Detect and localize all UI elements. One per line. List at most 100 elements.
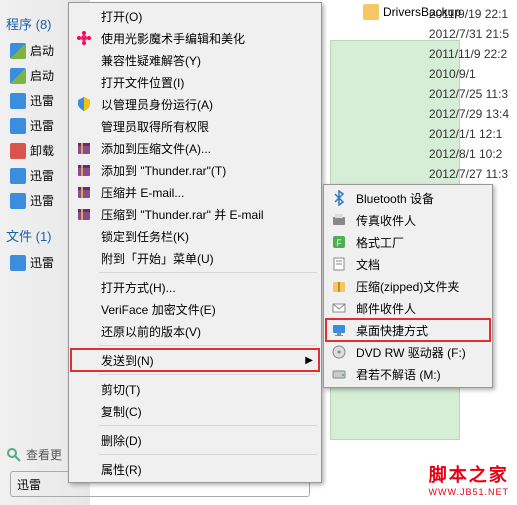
menu-item[interactable]: 添加到 "Thunder.rar"(T) bbox=[71, 159, 319, 181]
submenu-item[interactable]: 文档 bbox=[326, 253, 490, 275]
menu-item-label: 压缩并 E-mail... bbox=[101, 184, 184, 201]
menu-item-label: 附到「开始」菜单(U) bbox=[101, 250, 214, 267]
rar-icon bbox=[75, 139, 93, 157]
zip-icon bbox=[330, 277, 348, 295]
see-more-results[interactable]: 查看更 bbox=[6, 446, 62, 463]
submenu-item[interactable]: Bluetooth 设备 bbox=[326, 187, 490, 209]
menu-item[interactable]: VeriFace 加密文件(E) bbox=[71, 298, 319, 320]
menu-item[interactable]: 兼容性疑难解答(Y) bbox=[71, 49, 319, 71]
menu-item[interactable]: 压缩并 E-mail... bbox=[71, 181, 319, 203]
submenu-item[interactable]: 邮件收件人 bbox=[326, 297, 490, 319]
search-icon bbox=[6, 447, 22, 463]
blank-icon bbox=[75, 73, 93, 91]
menu-item[interactable]: 管理员取得所有权限 bbox=[71, 115, 319, 137]
submenu-arrow-icon: ▶ bbox=[305, 355, 313, 366]
blank-icon bbox=[75, 249, 93, 267]
blank-icon bbox=[75, 460, 93, 478]
menu-item-label: 打开(O) bbox=[101, 8, 142, 25]
submenu-item-label: 桌面快捷方式 bbox=[356, 322, 428, 339]
menu-item[interactable]: 打开(O) bbox=[71, 5, 319, 27]
drive-icon bbox=[330, 365, 348, 383]
rar-icon bbox=[75, 205, 93, 223]
folder-row[interactable]: DriversBackup bbox=[363, 2, 511, 22]
menu-item-label: 复制(C) bbox=[101, 403, 142, 420]
app-icon bbox=[10, 255, 26, 271]
blank-icon bbox=[75, 7, 93, 25]
submenu-item[interactable]: 传真收件人 bbox=[326, 209, 490, 231]
flower-icon bbox=[75, 29, 93, 47]
menu-item-label: 剪切(T) bbox=[101, 381, 140, 398]
file-list: DriversBackup bbox=[357, 0, 517, 190]
windows-icon bbox=[10, 43, 26, 59]
menu-item[interactable]: 打开文件位置(I) bbox=[71, 71, 319, 93]
watermark: 脚本之家 WWW.JB51.NET bbox=[428, 461, 509, 497]
app-icon bbox=[10, 118, 26, 134]
menu-item[interactable]: 删除(D) bbox=[71, 429, 319, 451]
uninstall-icon bbox=[10, 143, 26, 159]
menu-item[interactable]: 添加到压缩文件(A)... bbox=[71, 137, 319, 159]
fax-icon bbox=[330, 211, 348, 229]
submenu-item-label: 邮件收件人 bbox=[356, 300, 416, 317]
menu-item[interactable]: 以管理员身份运行(A) bbox=[71, 93, 319, 115]
windows-icon bbox=[10, 68, 26, 84]
menu-item-label: VeriFace 加密文件(E) bbox=[101, 301, 216, 318]
rar-icon bbox=[75, 161, 93, 179]
submenu-item-label: 君若不解语 (M:) bbox=[356, 366, 441, 383]
menu-item-label: 还原以前的版本(V) bbox=[101, 323, 201, 340]
blank-icon bbox=[75, 51, 93, 69]
svg-text:F: F bbox=[336, 238, 342, 248]
menu-item[interactable]: 压缩到 "Thunder.rar" 并 E-mail bbox=[71, 203, 319, 225]
menu-item-label: 压缩到 "Thunder.rar" 并 E-mail bbox=[101, 206, 264, 223]
submenu-item[interactable]: F 格式工厂 bbox=[326, 231, 490, 253]
submenu-item[interactable]: DVD RW 驱动器 (F:) bbox=[326, 341, 490, 363]
bt-icon bbox=[330, 189, 348, 207]
blank-icon bbox=[75, 351, 93, 369]
menu-item-label: 添加到压缩文件(A)... bbox=[101, 140, 211, 157]
submenu-item[interactable]: 君若不解语 (M:) bbox=[326, 363, 490, 385]
menu-item-label: 兼容性疑难解答(Y) bbox=[101, 52, 201, 69]
blank-icon bbox=[75, 322, 93, 340]
submenu-item-label: Bluetooth 设备 bbox=[356, 190, 434, 207]
desktop-icon bbox=[330, 321, 348, 339]
menu-item[interactable]: 使用光影魔术手编辑和美化 bbox=[71, 27, 319, 49]
submenu-item[interactable]: 桌面快捷方式 bbox=[326, 319, 490, 341]
app-icon bbox=[10, 193, 26, 209]
blank-icon bbox=[75, 227, 93, 245]
mail-icon bbox=[330, 299, 348, 317]
submenu-item-label: 文档 bbox=[356, 256, 380, 273]
blank-icon bbox=[75, 402, 93, 420]
menu-item-label: 添加到 "Thunder.rar"(T) bbox=[101, 162, 226, 179]
submenu-item[interactable]: 压缩(zipped)文件夹 bbox=[326, 275, 490, 297]
submenu-item-label: 格式工厂 bbox=[356, 234, 404, 251]
sendto-submenu: Bluetooth 设备传真收件人 F 格式工厂文档压缩(zipped)文件夹邮件收… bbox=[323, 184, 493, 388]
doc-icon bbox=[330, 255, 348, 273]
menu-item[interactable]: 附到「开始」菜单(U) bbox=[71, 247, 319, 269]
menu-item[interactable]: 复制(C) bbox=[71, 400, 319, 422]
menu-item-label: 以管理员身份运行(A) bbox=[101, 96, 213, 113]
menu-item[interactable]: 锁定到任务栏(K) bbox=[71, 225, 319, 247]
menu-item-label: 打开方式(H)... bbox=[101, 279, 176, 296]
folder-icon bbox=[363, 4, 379, 20]
dvd-icon bbox=[330, 343, 348, 361]
menu-item-label: 删除(D) bbox=[101, 432, 142, 449]
app-icon bbox=[10, 93, 26, 109]
blank-icon bbox=[75, 117, 93, 135]
submenu-item-label: 传真收件人 bbox=[356, 212, 416, 229]
ff-icon: F bbox=[330, 233, 348, 251]
menu-item[interactable]: 剪切(T) bbox=[71, 378, 319, 400]
menu-item[interactable]: 打开方式(H)... bbox=[71, 276, 319, 298]
submenu-item-label: DVD RW 驱动器 (F:) bbox=[356, 344, 466, 361]
blank-icon bbox=[75, 431, 93, 449]
menu-item-label: 打开文件位置(I) bbox=[101, 74, 184, 91]
context-menu: 打开(O) 使用光影魔术手编辑和美化兼容性疑难解答(Y) 打开文件位置(I) 以管理员… bbox=[68, 2, 322, 483]
menu-item-label: 属性(R) bbox=[101, 461, 142, 478]
blank-icon bbox=[75, 300, 93, 318]
blank-icon bbox=[75, 278, 93, 296]
submenu-item-label: 压缩(zipped)文件夹 bbox=[356, 278, 459, 295]
menu-item-label: 使用光影魔术手编辑和美化 bbox=[101, 30, 245, 47]
shield-icon bbox=[75, 95, 93, 113]
menu-item[interactable]: 还原以前的版本(V) bbox=[71, 320, 319, 342]
menu-item[interactable]: 属性(R) bbox=[71, 458, 319, 480]
blank-icon bbox=[75, 380, 93, 398]
menu-item[interactable]: 发送到(N)▶ bbox=[71, 349, 319, 371]
